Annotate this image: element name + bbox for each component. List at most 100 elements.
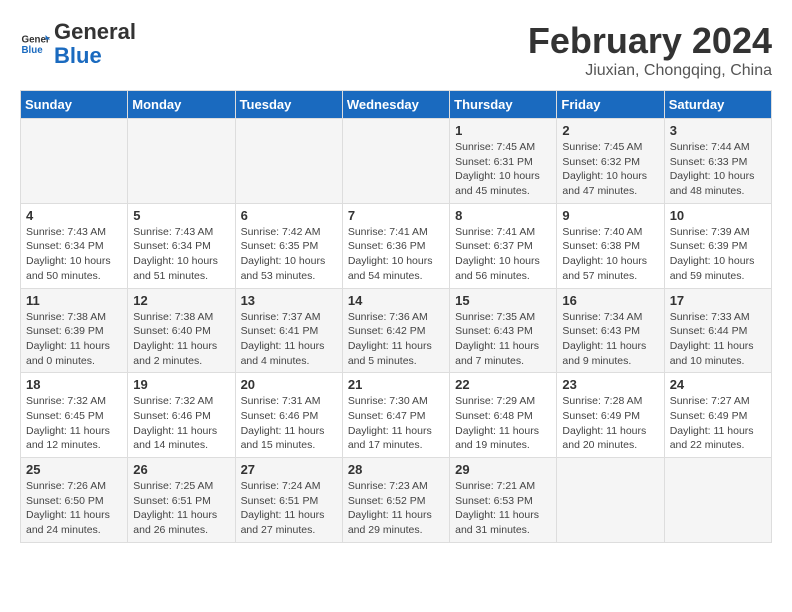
day-info: Sunrise: 7:25 AM Sunset: 6:51 PM Dayligh… — [133, 479, 229, 538]
day-info: Sunrise: 7:41 AM Sunset: 6:37 PM Dayligh… — [455, 225, 551, 284]
calendar-week-row: 1 Sunrise: 7:45 AM Sunset: 6:31 PM Daylig… — [21, 119, 772, 204]
page-header: General Blue General Blue February 2024 … — [20, 20, 772, 80]
calendar-cell: 7Sunrise: 7:41 AM Sunset: 6:36 PM Daylig… — [342, 203, 449, 288]
calendar-cell — [342, 119, 449, 204]
day-number: 20 — [241, 377, 337, 392]
day-number: 24 — [670, 377, 766, 392]
day-info: Sunrise: 7:44 AM Sunset: 6:33 PM Dayligh… — [670, 140, 766, 199]
calendar-cell — [557, 458, 664, 543]
calendar-cell: 28 Sunrise: 7:23 AM Sunset: 6:52 PM Dayli… — [342, 458, 449, 543]
column-header-friday: Friday — [557, 91, 664, 119]
day-info: Sunrise: 7:27 AM Sunset: 6:49 PM Dayligh… — [670, 394, 766, 453]
calendar-cell: 3 Sunrise: 7:44 AM Sunset: 6:33 PM Daylig… — [664, 119, 771, 204]
day-info: Sunrise: 7:45 AM Sunset: 6:31 PM Dayligh… — [455, 140, 551, 199]
day-info: Sunrise: 7:43 AM Sunset: 6:34 PM Dayligh… — [26, 225, 122, 284]
day-info: Sunrise: 7:38 AM Sunset: 6:39 PM Dayligh… — [26, 310, 122, 369]
day-number: 4 — [26, 208, 122, 223]
day-number: 5 — [133, 208, 229, 223]
calendar-cell — [21, 119, 128, 204]
calendar-week-row: 25 Sunrise: 7:26 AM Sunset: 6:50 PM Dayli… — [21, 458, 772, 543]
sub-title: Jiuxian, Chongqing, China — [528, 62, 772, 80]
calendar-week-row: 18 Sunrise: 7:32 AM Sunset: 6:45 PM Dayli… — [21, 373, 772, 458]
calendar-cell: 12 Sunrise: 7:38 AM Sunset: 6:40 PM Dayli… — [128, 288, 235, 373]
calendar-cell — [128, 119, 235, 204]
day-number: 3 — [670, 123, 766, 138]
main-title: February 2024 — [528, 20, 772, 62]
svg-text:Blue: Blue — [22, 45, 44, 56]
calendar-cell: 13Sunrise: 7:37 AM Sunset: 6:41 PM Dayli… — [235, 288, 342, 373]
calendar-cell: 22 Sunrise: 7:29 AM Sunset: 6:48 PM Dayli… — [450, 373, 557, 458]
day-number: 1 — [455, 123, 551, 138]
calendar-cell: 16 Sunrise: 7:34 AM Sunset: 6:43 PM Dayli… — [557, 288, 664, 373]
column-header-saturday: Saturday — [664, 91, 771, 119]
day-number: 15 — [455, 293, 551, 308]
calendar-cell: 23Sunrise: 7:28 AM Sunset: 6:49 PM Dayli… — [557, 373, 664, 458]
day-info: Sunrise: 7:43 AM Sunset: 6:34 PM Dayligh… — [133, 225, 229, 284]
day-info: Sunrise: 7:34 AM Sunset: 6:43 PM Dayligh… — [562, 310, 658, 369]
column-header-thursday: Thursday — [450, 91, 557, 119]
calendar-week-row: 4 Sunrise: 7:43 AM Sunset: 6:34 PM Daylig… — [21, 203, 772, 288]
logo: General Blue General Blue — [20, 20, 136, 68]
calendar-cell: 9 Sunrise: 7:40 AM Sunset: 6:38 PM Daylig… — [557, 203, 664, 288]
day-info: Sunrise: 7:45 AM Sunset: 6:32 PM Dayligh… — [562, 140, 658, 199]
day-number: 28 — [348, 462, 444, 477]
day-number: 22 — [455, 377, 551, 392]
day-number: 11 — [26, 293, 122, 308]
day-number: 13 — [241, 293, 337, 308]
calendar-cell: 29 Sunrise: 7:21 AM Sunset: 6:53 PM Dayli… — [450, 458, 557, 543]
day-number: 18 — [26, 377, 122, 392]
calendar-table: SundayMondayTuesdayWednesdayThursdayFrid… — [20, 90, 772, 543]
logo-icon: General Blue — [20, 29, 50, 59]
calendar-cell: 26Sunrise: 7:25 AM Sunset: 6:51 PM Dayli… — [128, 458, 235, 543]
day-number: 25 — [26, 462, 122, 477]
day-number: 27 — [241, 462, 337, 477]
day-info: Sunrise: 7:21 AM Sunset: 6:53 PM Dayligh… — [455, 479, 551, 538]
day-info: Sunrise: 7:30 AM Sunset: 6:47 PM Dayligh… — [348, 394, 444, 453]
calendar-cell: 18 Sunrise: 7:32 AM Sunset: 6:45 PM Dayli… — [21, 373, 128, 458]
day-info: Sunrise: 7:35 AM Sunset: 6:43 PM Dayligh… — [455, 310, 551, 369]
calendar-cell: 25 Sunrise: 7:26 AM Sunset: 6:50 PM Dayli… — [21, 458, 128, 543]
calendar-cell: 2 Sunrise: 7:45 AM Sunset: 6:32 PM Daylig… — [557, 119, 664, 204]
calendar-cell: 5 Sunrise: 7:43 AM Sunset: 6:34 PM Daylig… — [128, 203, 235, 288]
day-info: Sunrise: 7:42 AM Sunset: 6:35 PM Dayligh… — [241, 225, 337, 284]
day-info: Sunrise: 7:31 AM Sunset: 6:46 PM Dayligh… — [241, 394, 337, 453]
day-info: Sunrise: 7:23 AM Sunset: 6:52 PM Dayligh… — [348, 479, 444, 538]
logo-line1: General — [54, 19, 136, 44]
day-info: Sunrise: 7:40 AM Sunset: 6:38 PM Dayligh… — [562, 225, 658, 284]
day-number: 7 — [348, 208, 444, 223]
calendar-cell: 6 Sunrise: 7:42 AM Sunset: 6:35 PM Daylig… — [235, 203, 342, 288]
day-number: 14 — [348, 293, 444, 308]
calendar-cell: 20 Sunrise: 7:31 AM Sunset: 6:46 PM Dayli… — [235, 373, 342, 458]
calendar-cell: 8Sunrise: 7:41 AM Sunset: 6:37 PM Daylig… — [450, 203, 557, 288]
day-number: 6 — [241, 208, 337, 223]
calendar-cell: 19 Sunrise: 7:32 AM Sunset: 6:46 PM Dayli… — [128, 373, 235, 458]
calendar-cell — [235, 119, 342, 204]
day-info: Sunrise: 7:39 AM Sunset: 6:39 PM Dayligh… — [670, 225, 766, 284]
column-header-monday: Monday — [128, 91, 235, 119]
calendar-cell: 27 Sunrise: 7:24 AM Sunset: 6:51 PM Dayli… — [235, 458, 342, 543]
calendar-cell: 11 Sunrise: 7:38 AM Sunset: 6:39 PM Dayli… — [21, 288, 128, 373]
day-number: 9 — [562, 208, 658, 223]
day-info: Sunrise: 7:29 AM Sunset: 6:48 PM Dayligh… — [455, 394, 551, 453]
calendar-cell: 14Sunrise: 7:36 AM Sunset: 6:42 PM Dayli… — [342, 288, 449, 373]
day-number: 12 — [133, 293, 229, 308]
day-number: 10 — [670, 208, 766, 223]
calendar-cell: 15 Sunrise: 7:35 AM Sunset: 6:43 PM Dayli… — [450, 288, 557, 373]
calendar-cell — [664, 458, 771, 543]
column-header-sunday: Sunday — [21, 91, 128, 119]
day-number: 16 — [562, 293, 658, 308]
column-header-wednesday: Wednesday — [342, 91, 449, 119]
day-info: Sunrise: 7:32 AM Sunset: 6:46 PM Dayligh… — [133, 394, 229, 453]
calendar-cell: 1 Sunrise: 7:45 AM Sunset: 6:31 PM Daylig… — [450, 119, 557, 204]
day-info: Sunrise: 7:32 AM Sunset: 6:45 PM Dayligh… — [26, 394, 122, 453]
column-header-tuesday: Tuesday — [235, 91, 342, 119]
day-number: 29 — [455, 462, 551, 477]
day-number: 23 — [562, 377, 658, 392]
day-info: Sunrise: 7:38 AM Sunset: 6:40 PM Dayligh… — [133, 310, 229, 369]
calendar-cell: 17Sunrise: 7:33 AM Sunset: 6:44 PM Dayli… — [664, 288, 771, 373]
calendar-cell: 21Sunrise: 7:30 AM Sunset: 6:47 PM Dayli… — [342, 373, 449, 458]
day-info: Sunrise: 7:24 AM Sunset: 6:51 PM Dayligh… — [241, 479, 337, 538]
day-info: Sunrise: 7:26 AM Sunset: 6:50 PM Dayligh… — [26, 479, 122, 538]
day-number: 2 — [562, 123, 658, 138]
day-number: 19 — [133, 377, 229, 392]
